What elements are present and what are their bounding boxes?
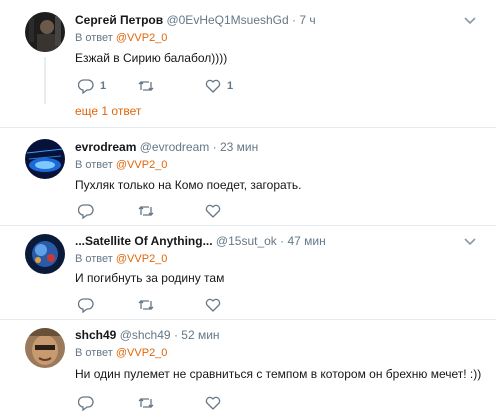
timestamp[interactable]: 23 мин — [220, 140, 258, 154]
reply-count: 1 — [100, 80, 107, 92]
reply-mention-link[interactable]: @VVP2_0 — [116, 347, 168, 359]
display-name[interactable]: Сергей Петров — [75, 13, 163, 27]
reply-button[interactable] — [78, 203, 100, 219]
tweet-actions — [75, 297, 355, 313]
reply-label: В ответ — [75, 32, 113, 44]
chevron-down-icon[interactable] — [463, 15, 477, 25]
avatar[interactable] — [25, 234, 65, 274]
show-more-replies-link[interactable]: еще 1 ответ — [75, 104, 141, 118]
reply-icon — [78, 203, 94, 219]
display-name[interactable]: evrodream — [75, 140, 136, 154]
divider — [0, 319, 496, 320]
tweet-header: evrodream @evrodream · 23 мин — [75, 140, 258, 154]
reply-button[interactable] — [78, 395, 100, 411]
username[interactable]: @15sut_ok — [216, 234, 277, 248]
retweet-button[interactable] — [137, 395, 161, 411]
reply-button[interactable] — [78, 297, 100, 313]
thread-line — [44, 57, 46, 104]
reply-icon — [78, 297, 94, 313]
retweet-icon — [138, 300, 154, 310]
username[interactable]: @shch49 — [120, 328, 171, 342]
replies-feed: Сергей Петров @0EvHeQ1MsueshGd · 7 ч В о… — [0, 0, 496, 411]
tweet-text: Езжай в Сирию балабол)))) — [75, 51, 228, 65]
separator-dot: · — [212, 140, 217, 154]
retweet-button[interactable] — [137, 78, 161, 94]
timestamp[interactable]: 47 мин — [288, 234, 326, 248]
like-button[interactable] — [205, 297, 227, 313]
reply-context: В ответ @VVP2_0 — [75, 32, 167, 45]
retweet-button[interactable] — [137, 297, 161, 313]
like-button[interactable] — [205, 203, 227, 219]
avatar[interactable] — [25, 328, 65, 368]
reply-button[interactable]: 1 — [78, 78, 106, 94]
divider — [0, 225, 496, 226]
tweet-header: shch49 @shch49 · 52 мин — [75, 328, 220, 342]
heart-icon — [205, 298, 221, 312]
reply-mention-link[interactable]: @VVP2_0 — [116, 32, 168, 44]
reply-mention-link[interactable]: @VVP2_0 — [116, 253, 168, 265]
like-count: 1 — [227, 80, 234, 92]
username[interactable]: @0EvHeQ1MsueshGd — [166, 13, 288, 27]
tweet-header: Сергей Петров @0EvHeQ1MsueshGd · 7 ч — [75, 13, 316, 27]
retweet-icon — [138, 206, 154, 216]
separator-dot: · — [292, 13, 297, 27]
avatar[interactable] — [25, 12, 65, 52]
display-name[interactable]: shch49 — [75, 328, 116, 342]
chevron-down-icon[interactable] — [463, 236, 477, 246]
reply-mention-link[interactable]: @VVP2_0 — [116, 159, 168, 171]
like-button[interactable]: 1 — [205, 78, 233, 94]
tweet-header: ...Satellite Of Anything... @15sut_ok · … — [75, 234, 326, 248]
display-name[interactable]: ...Satellite Of Anything... — [75, 234, 213, 248]
heart-icon — [205, 204, 221, 218]
reply-context: В ответ @VVP2_0 — [75, 253, 167, 266]
heart-icon — [205, 396, 221, 410]
reply-context: В ответ @VVP2_0 — [75, 347, 167, 360]
reply-icon — [78, 78, 94, 94]
divider — [0, 127, 496, 128]
heart-icon — [205, 79, 221, 93]
separator-dot: · — [173, 328, 178, 342]
tweet-text: Пухляк только на Комо поедет, загорать. — [75, 178, 302, 192]
reply-context: В ответ @VVP2_0 — [75, 159, 167, 172]
tweet-text: Ни один пулемет не сравниться с темпом в… — [75, 367, 482, 381]
tweet-text: И погибнуть за родину там — [75, 271, 225, 285]
timestamp[interactable]: 52 мин — [181, 328, 219, 342]
avatar[interactable] — [25, 139, 65, 179]
tweet-actions: 1 1 — [75, 78, 355, 94]
retweet-icon — [138, 81, 154, 91]
like-button[interactable] — [205, 395, 227, 411]
tweet-actions — [75, 395, 355, 411]
reply-label: В ответ — [75, 159, 113, 171]
reply-icon — [78, 395, 94, 411]
username[interactable]: @evrodream — [140, 140, 210, 154]
timestamp[interactable]: 7 ч — [299, 13, 315, 27]
reply-label: В ответ — [75, 253, 113, 265]
retweet-button[interactable] — [137, 203, 161, 219]
retweet-icon — [138, 398, 154, 408]
separator-dot: · — [280, 234, 285, 248]
tweet-actions — [75, 203, 355, 219]
reply-label: В ответ — [75, 347, 113, 359]
